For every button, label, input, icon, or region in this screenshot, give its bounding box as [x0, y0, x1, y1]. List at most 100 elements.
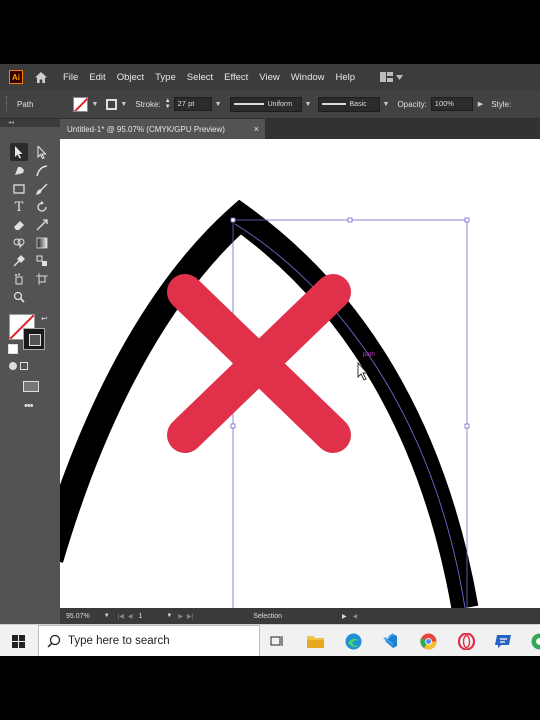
selection-bounding-box — [230, 217, 470, 608]
menu-effect[interactable]: Effect — [224, 72, 248, 83]
menu-bar: Ai File Edit Object Type Select Effect V… — [0, 64, 540, 90]
rotate-tool-icon[interactable] — [33, 198, 51, 216]
artboard-tool-icon[interactable] — [33, 270, 51, 288]
menu-help[interactable]: Help — [336, 72, 356, 83]
zoom-level[interactable]: 95.07% — [66, 613, 90, 620]
artwork — [60, 199, 479, 608]
cross-mark-icon — [167, 274, 351, 453]
windows-start-icon[interactable] — [9, 632, 27, 650]
status-bar: 95.07% ▼ |◀ ◀ 1 ▼ ▶ ▶| Selection ▶ ◀ — [60, 608, 540, 624]
default-colors-icon[interactable] — [8, 344, 18, 354]
pen-tool-icon[interactable] — [10, 162, 28, 180]
symbol-sprayer-tool-icon[interactable] — [10, 270, 28, 288]
taskbar-search-box[interactable]: Type here to search — [38, 625, 260, 656]
first-artboard-icon[interactable]: |◀ — [118, 613, 124, 620]
tools-panel: T ↩ ••• — [0, 128, 60, 609]
search-placeholder: Type here to search — [68, 635, 170, 647]
stroke-label[interactable]: Stroke: — [135, 100, 160, 109]
stroke-swatch-large[interactable] — [23, 328, 45, 350]
chevron-right-icon[interactable]: ▶ — [478, 100, 483, 108]
draw-mode-icon[interactable] — [9, 362, 31, 372]
search-icon — [47, 634, 61, 648]
workspace-switcher[interactable] — [380, 72, 404, 82]
rectangle-tool-icon[interactable] — [10, 180, 28, 198]
panel-grip[interactable] — [6, 96, 9, 112]
menu-file[interactable]: File — [63, 72, 78, 83]
curvature-tool-icon[interactable] — [33, 162, 51, 180]
eyedropper-tool-icon[interactable] — [10, 252, 28, 270]
document-tab[interactable]: Untitled-1* @ 95.07% (CMYK/GPU Preview) … — [60, 119, 265, 139]
opacity-label[interactable]: Opacity: — [397, 100, 426, 109]
menu-select[interactable]: Select — [187, 72, 213, 83]
swap-icon[interactable]: ↩ — [41, 314, 48, 323]
eraser-tool-icon[interactable] — [10, 216, 28, 234]
chevron-down-icon[interactable]: ▼ — [120, 101, 127, 108]
next-artboard-icon[interactable]: ▶ — [178, 613, 183, 620]
workspace-grid-icon — [380, 72, 394, 82]
shape-builder-tool-icon[interactable] — [10, 234, 28, 252]
task-view-icon[interactable] — [268, 632, 286, 650]
prev-artboard-icon[interactable]: ◀ — [128, 613, 133, 620]
chevron-down-icon[interactable]: ▼ — [166, 613, 172, 619]
screen-mode-icon[interactable] — [23, 381, 39, 392]
smart-guide-path-label: path — [363, 352, 375, 358]
opera-icon[interactable] — [457, 632, 475, 650]
selection-type-label: Path — [17, 99, 34, 109]
gradient-tool-icon[interactable] — [33, 234, 51, 252]
chevron-down-icon[interactable]: ▼ — [104, 613, 110, 619]
menu-type[interactable]: Type — [155, 72, 176, 83]
chevron-down-icon[interactable]: ▼ — [215, 101, 222, 108]
artboard-number[interactable]: 1 — [139, 613, 143, 620]
menu-items: File Edit Object Type Select Effect View… — [63, 72, 366, 83]
document-tab-bar: Untitled-1* @ 95.07% (CMYK/GPU Preview) … — [60, 119, 540, 139]
variable-width-profile[interactable]: Uniform — [229, 96, 302, 112]
menu-window[interactable]: Window — [291, 72, 325, 83]
chrome-icon[interactable] — [419, 632, 437, 650]
brush-label: Basic — [349, 100, 367, 108]
file-explorer-icon[interactable] — [306, 632, 324, 650]
chevron-down-icon[interactable]: ▼ — [305, 101, 312, 108]
chevron-right-icon[interactable]: ▶ — [342, 613, 347, 620]
chevron-down-icon — [396, 74, 404, 80]
selection-tool-icon[interactable] — [10, 143, 28, 161]
app-icon[interactable] — [494, 632, 512, 650]
blend-tool-icon[interactable] — [33, 252, 51, 270]
fill-swatch[interactable] — [73, 96, 89, 112]
type-tool-icon[interactable]: T — [10, 198, 28, 216]
edge-browser-icon[interactable] — [344, 632, 362, 650]
menu-view[interactable]: View — [259, 72, 279, 83]
chevron-down-icon[interactable]: ▼ — [383, 101, 390, 108]
path-outline — [234, 223, 466, 608]
style-label[interactable]: Style: — [491, 100, 511, 109]
brush-line-icon — [321, 103, 346, 105]
more-tools-icon[interactable]: ••• — [24, 400, 34, 412]
close-icon[interactable]: × — [254, 124, 259, 134]
illustrator-logo: Ai — [9, 70, 23, 84]
brush-definition[interactable]: Basic — [317, 96, 380, 112]
opacity-field[interactable]: 100% — [430, 97, 473, 111]
menu-edit[interactable]: Edit — [89, 72, 105, 83]
artboard-canvas[interactable]: path — [60, 139, 540, 608]
stroke-swatch[interactable] — [106, 98, 118, 110]
stepper-icon[interactable]: ▲ ▼ — [165, 98, 171, 110]
chevron-down-icon[interactable]: ▼ — [91, 101, 98, 108]
zoom-tool-icon[interactable] — [10, 288, 28, 306]
scale-tool-icon[interactable] — [33, 216, 51, 234]
profile-label: Uniform — [267, 100, 293, 108]
profile-line-icon — [233, 103, 264, 105]
windows-taskbar: Type here to search — [0, 624, 540, 656]
collapse-panels-icon[interactable]: ◂◂ — [0, 119, 68, 127]
chevron-left-icon[interactable]: ◀ — [353, 613, 358, 620]
direct-selection-tool-icon[interactable] — [33, 143, 51, 161]
home-icon[interactable] — [33, 69, 49, 85]
chrome-icon-2[interactable] — [530, 632, 540, 650]
menu-object[interactable]: Object — [117, 72, 144, 83]
control-bar: Path ▼ ▼ Stroke: ▲ ▼ 27 pt ▼ Uniform ▼ Ba… — [0, 90, 540, 119]
current-tool-label: Selection — [253, 612, 282, 620]
illustrator-window: Ai File Edit Object Type Select Effect V… — [0, 64, 540, 656]
paintbrush-tool-icon[interactable] — [33, 180, 51, 198]
vscode-icon[interactable] — [381, 632, 399, 650]
document-tab-title: Untitled-1* @ 95.07% (CMYK/GPU Preview) — [67, 124, 225, 134]
stroke-weight-field[interactable]: 27 pt — [173, 97, 212, 111]
last-artboard-icon[interactable]: ▶| — [187, 613, 193, 620]
